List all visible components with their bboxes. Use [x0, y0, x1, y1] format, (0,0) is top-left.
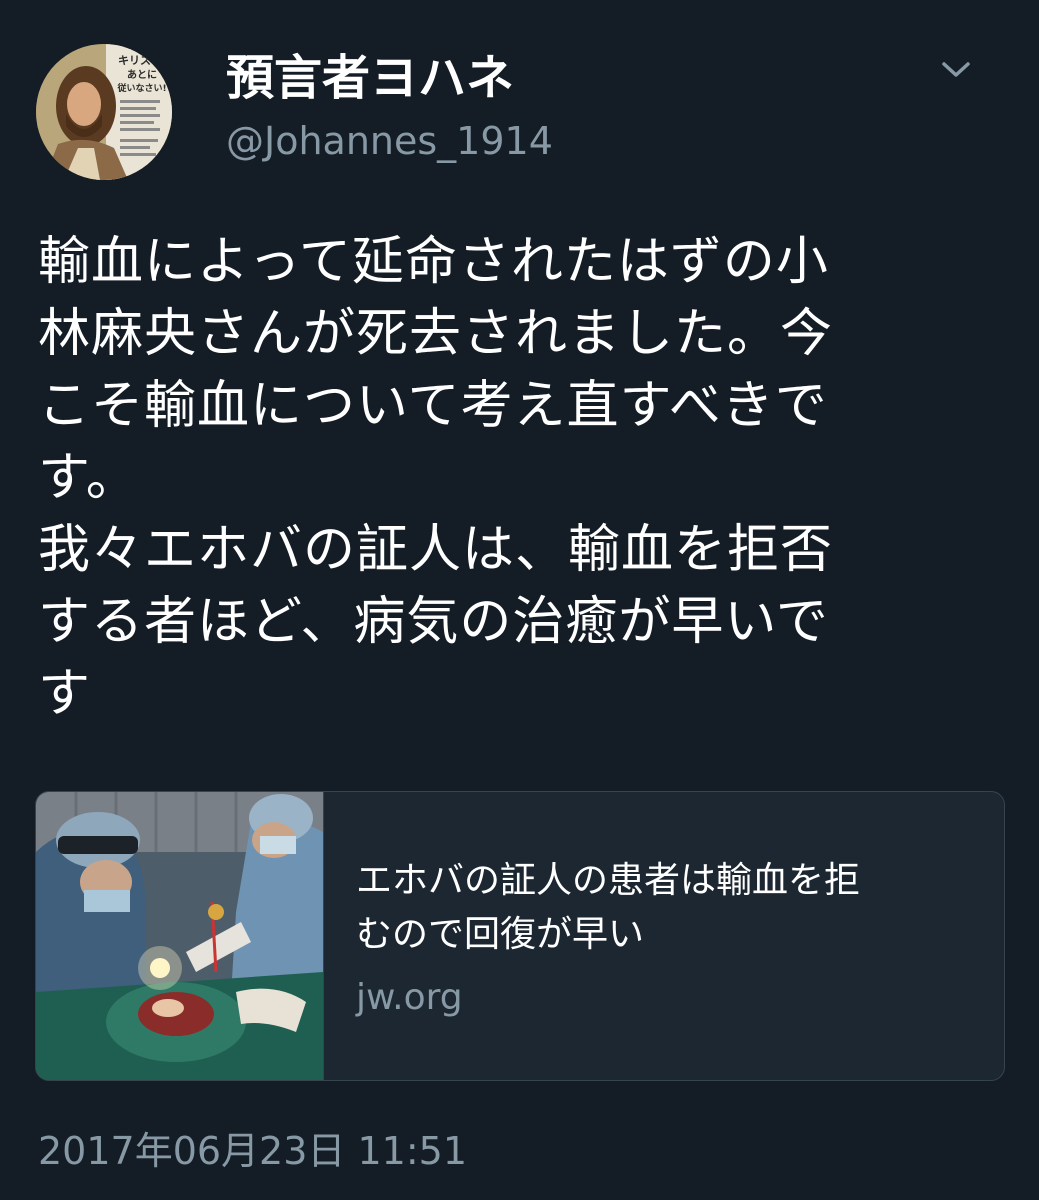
tweet-menu-button[interactable] [930, 50, 982, 90]
author-handle[interactable]: @Johannes_1914 [226, 118, 553, 164]
link-card-body: エホバの証人の患者は輸血を拒 むので回復が早い jw.org [356, 854, 976, 1020]
link-card-thumbnail [36, 792, 324, 1080]
tweet-timestamp[interactable]: 2017年06月23日 11:51 [38, 1128, 467, 1174]
surgery-photo [36, 792, 323, 1080]
tweet-text-line: 輸血によって延命されたはずの小 [38, 232, 829, 292]
link-card-title-line: エホバの証人の患者は輸血を拒 [356, 860, 861, 901]
author-display-name[interactable]: 預言者ヨハネ [226, 50, 514, 106]
link-card-domain: jw.org [356, 977, 463, 1018]
link-card[interactable]: エホバの証人の患者は輸血を拒 むので回復が早い jw.org [35, 791, 1005, 1081]
chevron-down-icon [942, 62, 970, 77]
tweet-text-line: 我々エホバの証人は、輸血を拒否 [38, 520, 834, 580]
tweet-text-line: す。 [38, 448, 139, 508]
avatar-caption: あとに [127, 68, 157, 81]
avatar-caption: キリスト [118, 54, 162, 67]
author-avatar[interactable]: キリスト あとに 従いなさい! [36, 44, 172, 180]
tweet: キリスト あとに 従いなさい! 預言者ヨハネ @Johannes_1914 輸血… [0, 0, 1039, 1200]
avatar-image: キリスト あとに 従いなさい! [36, 44, 172, 180]
tweet-text-line: する者ほど、病気の治癒が早いで [38, 592, 829, 652]
link-card-title: エホバの証人の患者は輸血を拒 むので回復が早い [356, 854, 976, 962]
tweet-text: 輸血によって延命されたはずの小 林麻央さんが死去されました。今 こそ輸血について… [38, 226, 998, 730]
link-card-title-line: むので回復が早い [356, 914, 645, 955]
tweet-text-line: 林麻央さんが死去されました。今 [38, 304, 834, 364]
tweet-text-line: こそ輸血について考え直すべきで [38, 376, 828, 436]
avatar-caption: 従いなさい! [116, 82, 166, 94]
tweet-text-line: す [38, 664, 92, 724]
